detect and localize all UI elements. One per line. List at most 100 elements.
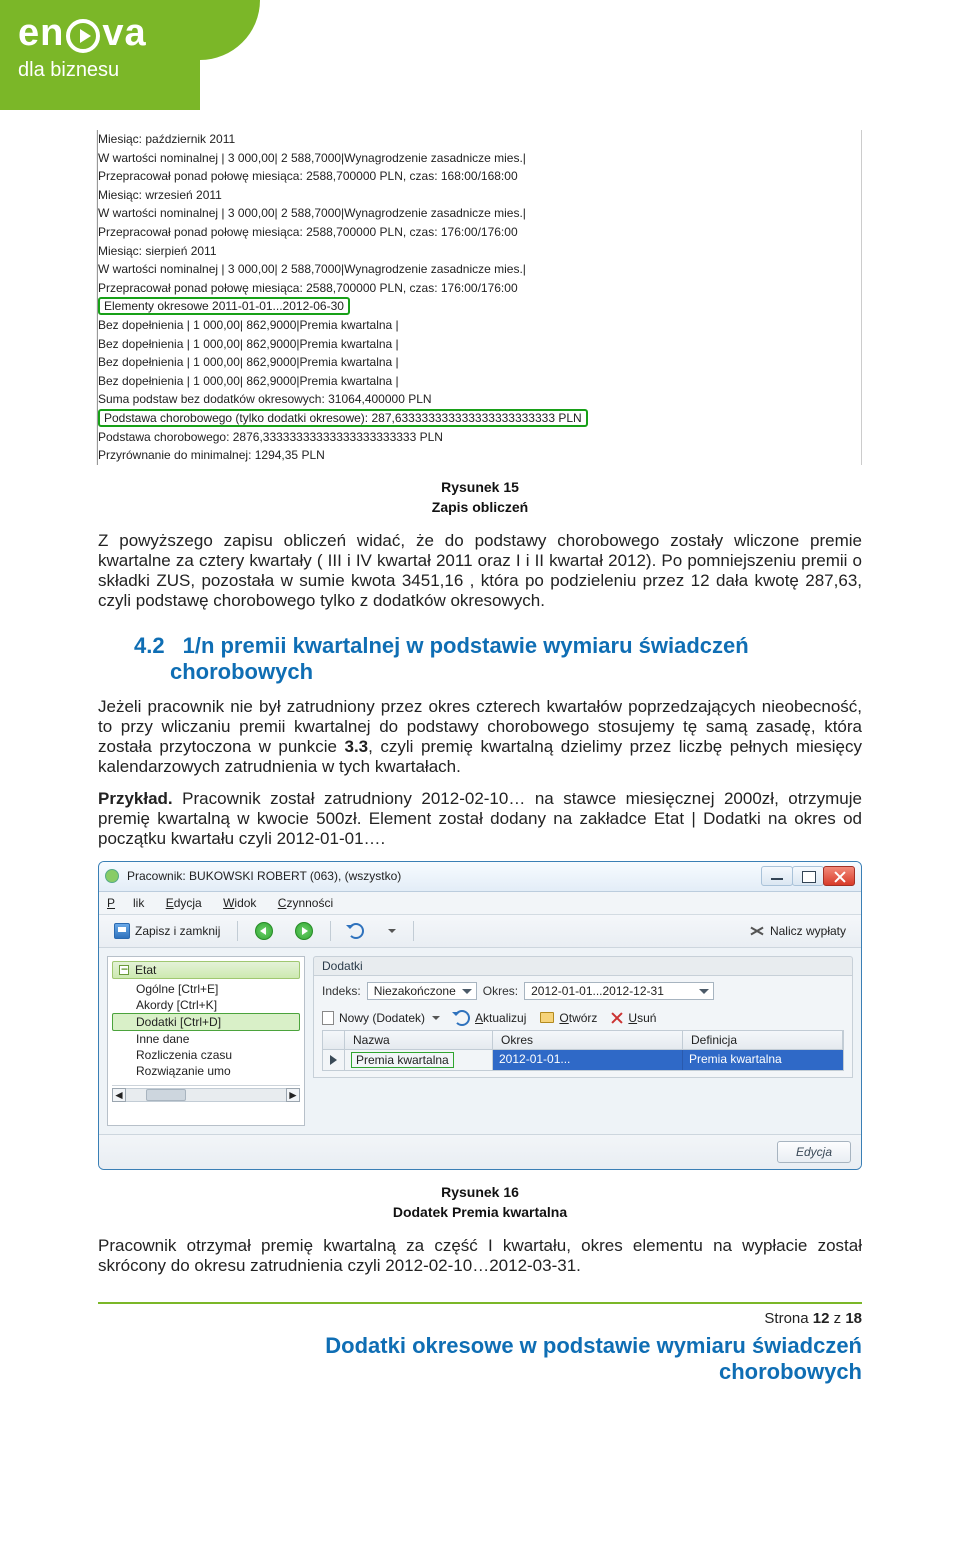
menubar: Plik Edycja Widok Czynności xyxy=(99,892,861,915)
index-select[interactable]: Niezakończone xyxy=(367,982,477,1000)
save-and-close-button[interactable]: Zapisz i zamknij xyxy=(107,920,227,942)
brand-box: enva dla biznesu xyxy=(0,0,200,110)
chevron-down-icon xyxy=(432,1016,440,1020)
collapse-icon[interactable] xyxy=(119,965,129,975)
index-label: Indeks: xyxy=(322,984,361,998)
window-screenshot: Pracownik: BUKOWSKI ROBERT (063), (wszys… xyxy=(98,861,862,1170)
minimize-button[interactable] xyxy=(761,866,793,886)
log-line: W wartości nominalnej | 3 000,00| 2 588,… xyxy=(98,204,853,223)
paragraph-1: Z powyższego zapisu obliczeń widać, że d… xyxy=(98,531,862,611)
log-line-base: Podstawa chorobowego (tylko dodatki okre… xyxy=(98,409,588,427)
brand-banner: enva dla biznesu xyxy=(0,0,960,110)
refresh-icon xyxy=(348,923,364,939)
p3-body: Pracownik został zatrudniony 2012-02-10…… xyxy=(98,789,862,848)
scroll-thumb[interactable] xyxy=(146,1089,186,1101)
log-line: Przyrównanie do minimalnej: 1294,35 PLN xyxy=(98,446,853,465)
open-label: Otwórz xyxy=(559,1011,597,1025)
row-definition-cell: Premia kwartalna xyxy=(683,1050,843,1070)
figure15-title: Zapis obliczeń xyxy=(98,499,862,515)
page-of: z xyxy=(829,1310,845,1327)
scroll-track[interactable] xyxy=(126,1088,286,1102)
log-line: Suma podstaw bez dodatków okresowych: 31… xyxy=(98,390,853,409)
toolbar: Zapisz i zamknij Nalicz wypłaty xyxy=(99,915,861,948)
menu-edit[interactable]: Edycja xyxy=(166,896,202,910)
tree-item-inne-dane[interactable]: Inne dane xyxy=(112,1031,300,1047)
window-titlebar[interactable]: Pracownik: BUKOWSKI ROBERT (063), (wszys… xyxy=(99,862,861,892)
delete-icon xyxy=(611,1012,623,1024)
delete-label: Usuń xyxy=(628,1011,656,1025)
close-button[interactable] xyxy=(823,866,855,886)
log-line: Przepracował ponad połowę miesiąca: 2588… xyxy=(98,223,853,242)
maximize-button[interactable] xyxy=(792,866,824,886)
open-button[interactable]: Otwórz xyxy=(540,1011,597,1025)
paragraph-4: Pracownik otrzymał premię kwartalną za c… xyxy=(98,1236,862,1276)
menu-view[interactable]: Widok xyxy=(223,896,256,910)
tree-scrollbar[interactable]: ◄ ► xyxy=(112,1085,300,1102)
section-number: 4.2 xyxy=(134,633,165,658)
log-highlight-base: Podstawa chorobowego (tylko dodatki okre… xyxy=(98,409,853,428)
log-highlight-periodic: Elementy okresowe 2011-01-01...2012-06-3… xyxy=(98,297,853,316)
arrow-left-icon xyxy=(255,922,273,940)
row-period-cell: 2012-01-01... xyxy=(493,1050,683,1070)
nav-back-button[interactable] xyxy=(248,919,280,943)
list-toolbar: Nowy (Dodatek) Aktualizuj Otwórz Usuń xyxy=(322,1006,844,1030)
log-line-periodic: Elementy okresowe 2011-01-01...2012-06-3… xyxy=(98,297,350,315)
paragraph-3: Przykład. Pracownik został zatrudniony 2… xyxy=(98,789,862,849)
p2-ref: 3.3 xyxy=(345,737,369,756)
menu-actions[interactable]: Czynności xyxy=(278,896,333,910)
p3-label: Przykład. xyxy=(98,789,173,808)
folder-open-icon xyxy=(540,1012,554,1023)
scroll-left-icon[interactable]: ◄ xyxy=(112,1088,126,1102)
tree-item-akordy[interactable]: Akordy [Ctrl+K] xyxy=(112,997,300,1013)
tree-item-rozwiazanie[interactable]: Rozwiązanie umo xyxy=(112,1063,300,1079)
tree-item-rozliczenia[interactable]: Rozliczenia czasu xyxy=(112,1047,300,1063)
tree-root-etat[interactable]: Etat xyxy=(112,961,300,979)
period-label: Okres: xyxy=(483,984,518,998)
computation-log: Miesiąc: październik 2011 W wartości nom… xyxy=(98,130,862,465)
window-icon xyxy=(105,869,119,883)
menu-file[interactable]: Plik xyxy=(107,896,144,910)
new-button[interactable]: Nowy (Dodatek) xyxy=(322,1011,440,1025)
save-icon xyxy=(114,923,130,939)
toolbar-separator xyxy=(330,921,331,941)
doc-title: Dodatki okresowe w podstawie wymiaru świ… xyxy=(98,1333,862,1386)
log-line: Bez dopełnienia | 1 000,00| 862,9000|Pre… xyxy=(98,372,853,391)
log-line: Miesiąc: sierpień 2011 xyxy=(98,242,853,261)
new-button-label: Nowy (Dodatek) xyxy=(339,1011,425,1025)
logo-right: va xyxy=(102,12,146,54)
tree-item-dodatki[interactable]: Dodatki [Ctrl+D] xyxy=(112,1013,300,1031)
period-select-value: 2012-01-01...2012-12-31 xyxy=(531,984,664,998)
chevron-down-icon xyxy=(388,929,396,933)
window-buttons xyxy=(762,866,855,886)
row-name: Premia kwartalna xyxy=(351,1052,454,1068)
dropdown-button[interactable] xyxy=(379,926,403,936)
new-doc-icon xyxy=(322,1011,334,1025)
section-heading-4-2: 4.21/n premii kwartalnej w podstawie wym… xyxy=(134,633,862,685)
nav-forward-button[interactable] xyxy=(288,919,320,943)
delete-button[interactable]: Usuń xyxy=(611,1011,656,1025)
grid-row[interactable]: Premia kwartalna 2012-01-01... Premia kw… xyxy=(322,1050,844,1071)
grid-header-pointer xyxy=(323,1031,345,1049)
log-line: Przepracował ponad połowę miesiąca: 2588… xyxy=(98,279,853,298)
page-number: Strona 12 z 18 xyxy=(98,1310,862,1327)
grid-header-period[interactable]: Okres xyxy=(493,1031,683,1049)
paragraph-2: Jeżeli pracownik nie był zatrudniony prz… xyxy=(98,697,862,777)
window-title: Pracownik: BUKOWSKI ROBERT (063), (wszys… xyxy=(127,869,762,883)
calc-payrolls-button[interactable]: Nalicz wypłaty xyxy=(742,920,853,942)
edit-button[interactable]: Edycja xyxy=(777,1141,851,1163)
scroll-right-icon[interactable]: ► xyxy=(286,1088,300,1102)
page-total: 18 xyxy=(845,1310,862,1327)
row-name-cell: Premia kwartalna xyxy=(345,1050,493,1070)
figure16-number: Rysunek 16 xyxy=(98,1184,862,1200)
refresh-button[interactable] xyxy=(341,920,371,942)
figure16-title: Dodatek Premia kwartalna xyxy=(98,1204,862,1220)
page-label: Strona xyxy=(764,1310,812,1327)
tree-item-ogolne[interactable]: Ogólne [Ctrl+E] xyxy=(112,981,300,997)
log-line: Przepracował ponad połowę miesiąca: 2588… xyxy=(98,167,853,186)
grid-header-definition[interactable]: Definicja xyxy=(683,1031,843,1049)
refresh-list-button[interactable]: Aktualizuj xyxy=(454,1010,526,1026)
grid-header-name[interactable]: Nazwa xyxy=(345,1031,493,1049)
doc-title-line1: Dodatki okresowe w podstawie wymiaru świ… xyxy=(325,1333,862,1358)
log-line: Bez dopełnienia | 1 000,00| 862,9000|Pre… xyxy=(98,316,853,335)
period-select[interactable]: 2012-01-01...2012-12-31 xyxy=(524,982,714,1000)
